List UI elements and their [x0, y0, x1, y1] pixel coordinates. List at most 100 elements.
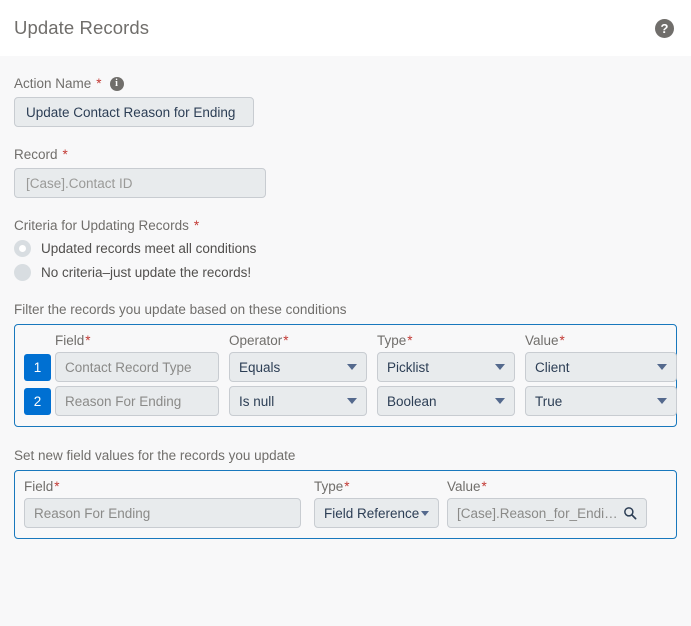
- filter-condition-row: 1 Contact Record Type Equals Picklist: [24, 352, 667, 382]
- condition-operator-value: Is null: [239, 394, 341, 409]
- row-index-cell: 1: [24, 354, 55, 381]
- radio-dot: [19, 245, 26, 252]
- condition-value-cell: Client: [525, 352, 677, 382]
- column-header-value: Value*: [525, 333, 677, 348]
- help-circle-icon[interactable]: ?: [655, 19, 674, 38]
- new-value-value-input[interactable]: [Case].Reason_for_Endin…: [447, 498, 647, 528]
- criteria-label: Criteria for Updating Records *: [14, 218, 677, 233]
- chevron-down-icon: [657, 398, 667, 404]
- condition-field-cell: Reason For Ending: [55, 386, 219, 416]
- condition-operator-cell: Is null: [229, 386, 367, 416]
- condition-operator-dropdown[interactable]: Equals: [229, 352, 367, 382]
- condition-number-badge[interactable]: 2: [24, 388, 51, 415]
- search-icon[interactable]: [623, 506, 637, 520]
- chevron-down-icon: [657, 364, 667, 370]
- condition-type-dropdown[interactable]: Boolean: [377, 386, 515, 416]
- new-value-value-text: [Case].Reason_for_Endin…: [457, 506, 620, 521]
- new-value-type-cell: Field Reference: [314, 498, 434, 528]
- filter-conditions-box: Field* Operator* Type* Value* 1 Contact …: [14, 324, 677, 427]
- column-header-operator: Operator*: [229, 333, 367, 348]
- condition-operator-value: Equals: [239, 360, 341, 375]
- new-value-field-input[interactable]: Reason For Ending: [24, 498, 301, 528]
- criteria-option-no-criteria[interactable]: No criteria–just update the records!: [14, 264, 677, 281]
- criteria-option-all-conditions[interactable]: Updated records meet all conditions: [14, 240, 677, 257]
- chevron-down-icon: [495, 398, 505, 404]
- new-field-values-box: Field* Type* Value* Reason For Ending Fi…: [14, 470, 677, 539]
- chevron-down-icon: [347, 364, 357, 370]
- condition-field-input[interactable]: Contact Record Type: [55, 352, 219, 382]
- new-value-value-cell: [Case].Reason_for_Endin…: [447, 498, 647, 528]
- condition-value-dropdown[interactable]: Client: [525, 352, 677, 382]
- column-required-mark: *: [407, 333, 412, 348]
- criteria-option-label: Updated records meet all conditions: [41, 241, 256, 256]
- column-header-field: Field*: [24, 479, 301, 494]
- record-label: Record *: [14, 147, 677, 162]
- column-header-label: Type: [314, 479, 343, 494]
- action-name-label-text: Action Name: [14, 76, 91, 91]
- column-header-label: Type: [377, 333, 406, 348]
- column-required-mark: *: [85, 333, 90, 348]
- filter-column-headers: Field* Operator* Type* Value*: [24, 333, 667, 348]
- column-header-label: Operator: [229, 333, 282, 348]
- column-header-type: Type*: [314, 479, 434, 494]
- radio-button-selected[interactable]: [14, 240, 31, 257]
- criteria-group: Criteria for Updating Records * Updated r…: [14, 198, 677, 281]
- column-header-label: Field: [55, 333, 84, 348]
- column-header-field: Field*: [55, 333, 219, 348]
- page-header: Update Records ?: [0, 0, 691, 56]
- column-header-label: Value: [447, 479, 481, 494]
- condition-field-cell: Contact Record Type: [55, 352, 219, 382]
- action-name-group: Action Name * i Update Contact Reason for…: [14, 56, 677, 127]
- condition-value-dropdown[interactable]: True: [525, 386, 677, 416]
- condition-value-text: Client: [535, 360, 651, 375]
- column-header-value: Value*: [447, 479, 647, 494]
- column-required-mark: *: [283, 333, 288, 348]
- condition-value-cell: True: [525, 386, 677, 416]
- column-required-mark: *: [54, 479, 59, 494]
- page-title: Update Records: [14, 17, 149, 39]
- chevron-down-icon: [495, 364, 505, 370]
- info-circle-icon[interactable]: i: [110, 77, 124, 91]
- record-required-mark: *: [63, 147, 68, 162]
- condition-type-dropdown[interactable]: Picklist: [377, 352, 515, 382]
- record-label-text: Record: [14, 147, 58, 162]
- condition-operator-dropdown[interactable]: Is null: [229, 386, 367, 416]
- column-required-mark: *: [560, 333, 565, 348]
- condition-field-value: Reason For Ending: [65, 394, 209, 409]
- chevron-down-icon: [421, 511, 429, 516]
- record-group: Record * [Case].Contact ID: [14, 127, 677, 198]
- condition-number-badge[interactable]: 1: [24, 354, 51, 381]
- condition-value-text: True: [535, 394, 651, 409]
- chevron-down-icon: [347, 398, 357, 404]
- column-required-mark: *: [344, 479, 349, 494]
- action-name-label: Action Name * i: [14, 76, 677, 91]
- new-value-field-text: Reason For Ending: [34, 506, 291, 521]
- condition-operator-cell: Equals: [229, 352, 367, 382]
- new-value-type-dropdown[interactable]: Field Reference: [314, 498, 439, 528]
- record-value[interactable]: [Case].Contact ID: [14, 168, 266, 198]
- criteria-option-label: No criteria–just update the records!: [41, 265, 251, 280]
- column-header-type: Type*: [377, 333, 515, 348]
- filter-condition-row: 2 Reason For Ending Is null Boolean: [24, 386, 667, 416]
- new-value-type-text: Field Reference: [324, 506, 419, 521]
- filter-section-caption: Filter the records you update based on t…: [14, 302, 677, 317]
- column-header-label: Field: [24, 479, 53, 494]
- new-values-section-caption: Set new field values for the records you…: [14, 448, 677, 463]
- column-required-mark: *: [482, 479, 487, 494]
- action-name-value[interactable]: Update Contact Reason for Ending: [14, 97, 254, 127]
- condition-field-input[interactable]: Reason For Ending: [55, 386, 219, 416]
- condition-field-value: Contact Record Type: [65, 360, 209, 375]
- radio-button-unselected[interactable]: [14, 264, 31, 281]
- row-index-cell: 2: [24, 388, 55, 415]
- new-values-column-headers: Field* Type* Value*: [24, 479, 667, 494]
- criteria-label-text: Criteria for Updating Records: [14, 218, 189, 233]
- condition-type-value: Boolean: [387, 394, 489, 409]
- condition-type-cell: Picklist: [377, 352, 515, 382]
- new-field-value-row: Reason For Ending Field Reference [Case]…: [24, 498, 667, 528]
- condition-type-value: Picklist: [387, 360, 489, 375]
- criteria-required-mark: *: [194, 218, 199, 233]
- column-header-label: Value: [525, 333, 559, 348]
- condition-type-cell: Boolean: [377, 386, 515, 416]
- new-value-field-cell: Reason For Ending: [24, 498, 301, 528]
- action-name-required-mark: *: [96, 76, 101, 91]
